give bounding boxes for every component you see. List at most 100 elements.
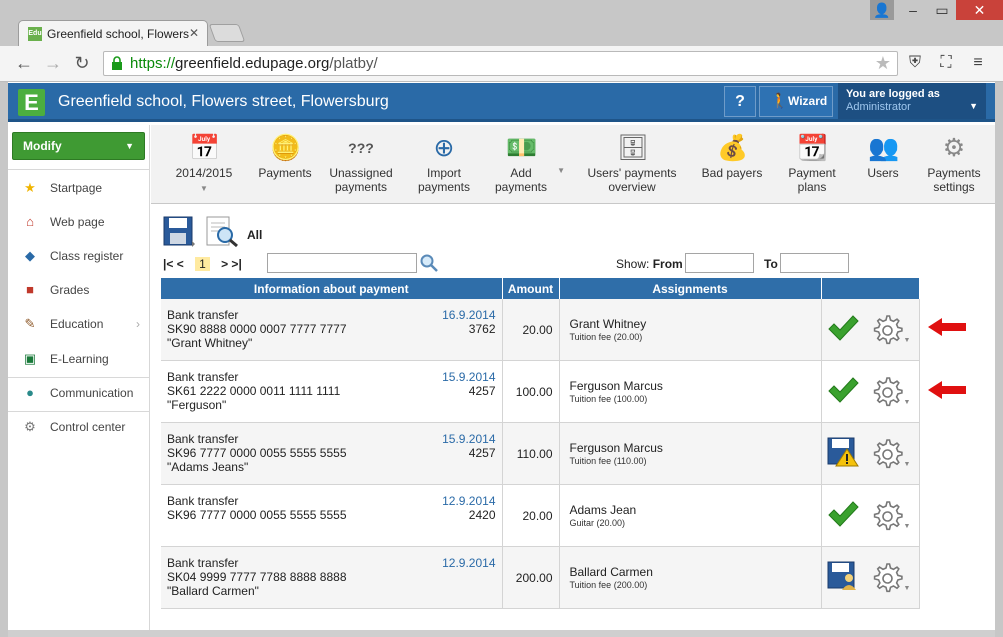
new-tab-button[interactable] (208, 24, 246, 42)
filter-all-label[interactable]: All (247, 228, 262, 242)
date-to-input[interactable] (780, 253, 849, 273)
sidebar-item-communication[interactable]: ● Communication (8, 378, 150, 408)
column-header-information[interactable]: Information about payment (161, 278, 503, 299)
chevron-down-icon: ▼ (903, 585, 911, 592)
sidebar-item-class-register[interactable]: ◆ Class register (8, 241, 150, 271)
star-icon: ★ (24, 180, 36, 195)
payment-date: 12.9.2014 (442, 494, 496, 508)
close-window-icon[interactable]: ✕ (956, 0, 1003, 20)
screen-capture-icon[interactable]: ⛶ (935, 52, 957, 74)
user-name: Administrator (846, 101, 911, 113)
assignee-name: Grant Whitney (569, 317, 647, 331)
pager-first-button[interactable]: |< < (163, 257, 184, 271)
window-frame (0, 82, 8, 637)
column-header-amount[interactable]: Amount (502, 278, 560, 299)
modify-button[interactable]: Modify ▼ (12, 132, 145, 160)
edupage-logo[interactable]: E (18, 89, 45, 116)
ribbon-add-payments[interactable]: 💵 Add payments ▼ (489, 133, 565, 194)
check-icon[interactable] (827, 375, 859, 405)
table-row[interactable]: Bank transfer SK61 2222 0000 0011 1111 11… (161, 360, 920, 423)
table-row[interactable]: Bank transfer SK96 7777 0000 0055 5555 55… (161, 422, 920, 485)
ribbon-payments[interactable]: 🪙 Payments (255, 133, 315, 180)
red-arrow-icon (928, 381, 966, 399)
gear-icon[interactable] (870, 499, 904, 533)
table-row[interactable]: Bank transfer SK90 8888 0000 0007 7777 77… (161, 299, 920, 361)
gear-icon[interactable] (870, 561, 904, 595)
payment-info-cell: Bank transfer SK90 8888 0000 0007 7777 77… (161, 299, 503, 361)
reload-icon[interactable]: ↻ (72, 53, 92, 73)
assignment-cell[interactable]: Adams Jean Guitar (20.00) (559, 484, 822, 547)
help-button[interactable]: ? (724, 86, 756, 117)
check-icon[interactable] (827, 499, 859, 529)
save-icon[interactable] (163, 216, 197, 248)
account-number: SK96 7777 0000 0055 5555 5555 (167, 446, 347, 460)
payment-reference: 3762 (468, 322, 496, 336)
minimize-icon[interactable]: – (899, 0, 927, 20)
back-icon[interactable]: ← (14, 53, 34, 73)
user-icon[interactable]: 👤 (870, 0, 894, 20)
tab-close-icon[interactable]: ✕ (189, 26, 199, 40)
extension-shield-icon[interactable]: ⛨ (904, 52, 926, 74)
sidebar-item-e-learning[interactable]: ▣ E-Learning (8, 344, 150, 374)
gear-icon[interactable] (870, 313, 904, 347)
assignment-cell[interactable]: Ballard Carmen Tuition fee (200.00) (559, 546, 822, 609)
overview-icon: 🗄 (617, 134, 649, 162)
ribbon-users-payments-overview[interactable]: 🗄 Users' payments overview (583, 133, 681, 194)
chevron-down-icon: ▼ (125, 141, 134, 151)
search-document-icon[interactable] (205, 216, 241, 248)
payment-date: 16.9.2014 (442, 308, 496, 322)
lock-icon (112, 56, 122, 70)
account-number: SK61 2222 0000 0011 1111 1111 (167, 384, 341, 398)
account-number: SK90 8888 0000 0007 7777 7777 (167, 322, 347, 336)
plans-icon: 📆 (797, 134, 829, 162)
pager-current-page[interactable]: 1 (195, 257, 210, 271)
bookmark-star-icon[interactable]: ★ (875, 53, 891, 74)
add-money-icon: 💵 (506, 134, 538, 162)
amount-cell: 20.00 (502, 484, 560, 547)
assignment-cell[interactable]: Ferguson Marcus Tuition fee (100.00) (559, 360, 822, 423)
sidebar: Modify ▼ ★ Startpage ⌂ Web page ◆ Class regi… (8, 125, 150, 630)
home-icon: ⌂ (26, 214, 34, 229)
address-bar[interactable]: https://greenfield.edupage.org/platby/ ★ (103, 51, 898, 76)
ribbon-toolbar: 📅 2014/2015 ▼ 🪙 Payments ??? Unassigned p… (151, 125, 995, 204)
table-row[interactable]: Bank transfer SK04 9999 7777 7788 8888 88… (161, 546, 920, 609)
gear-icon[interactable] (870, 375, 904, 409)
ribbon-users[interactable]: 👥 Users (856, 133, 910, 180)
sidebar-item-education[interactable]: ✎ Education › (8, 309, 150, 339)
actions-cell: ▼ (821, 484, 920, 547)
save-person-icon[interactable] (827, 561, 859, 591)
check-icon[interactable] (827, 313, 859, 343)
assignment-cell[interactable]: Ferguson Marcus Tuition fee (110.00) (559, 422, 822, 485)
wizard-button[interactable]: 🚶 Wizard (759, 86, 833, 117)
ribbon-unassigned-payments[interactable]: ??? Unassigned payments (323, 133, 399, 194)
sidebar-item-web-page[interactable]: ⌂ Web page (8, 207, 150, 237)
maximize-icon[interactable]: ▭ (928, 0, 956, 20)
assignment-fee: Tuition fee (20.00) (569, 332, 643, 342)
sidebar-item-grades[interactable]: ■ Grades (8, 275, 150, 305)
forward-icon[interactable]: → (43, 53, 63, 73)
gear-icon[interactable] (870, 437, 904, 471)
browser-tab[interactable]: Edu Greenfield school, Flowers ✕ (18, 20, 208, 46)
column-header-assignments[interactable]: Assignments (559, 278, 822, 299)
sidebar-item-startpage[interactable]: ★ Startpage (8, 173, 150, 203)
date-from-input[interactable] (685, 253, 754, 273)
ribbon-import-payments[interactable]: ⊕ Import payments (413, 133, 475, 194)
ribbon-school-year[interactable]: 📅 2014/2015 ▼ (171, 133, 237, 196)
assignment-cell[interactable]: Grant Whitney Tuition fee (20.00) (559, 299, 822, 361)
sidebar-item-control-center[interactable]: ⚙ Control center (8, 412, 150, 442)
menu-icon[interactable]: ≡ (967, 52, 989, 74)
pager-last-button[interactable]: > >| (221, 257, 242, 271)
search-input[interactable] (267, 253, 417, 273)
payment-info-cell: Bank transfer SK96 7777 0000 0055 5555 55… (161, 422, 503, 485)
ribbon-payment-plans[interactable]: 📆 Payment plans (783, 133, 841, 194)
show-label: Show: From (616, 257, 683, 271)
table-row[interactable]: Bank transfer SK96 7777 0000 0055 5555 55… (161, 484, 920, 547)
assignee-name: Ballard Carmen (569, 565, 653, 579)
window-frame (995, 82, 1003, 637)
user-menu[interactable]: You are logged as Administrator ▼ (838, 83, 986, 119)
actions-cell: ▼ (821, 422, 920, 485)
search-icon[interactable] (420, 254, 438, 272)
ribbon-payments-settings[interactable]: ⚙ Payments settings (921, 133, 987, 194)
ribbon-bad-payers[interactable]: 💰 Bad payers (697, 133, 767, 180)
save-warning-icon[interactable] (827, 437, 859, 467)
